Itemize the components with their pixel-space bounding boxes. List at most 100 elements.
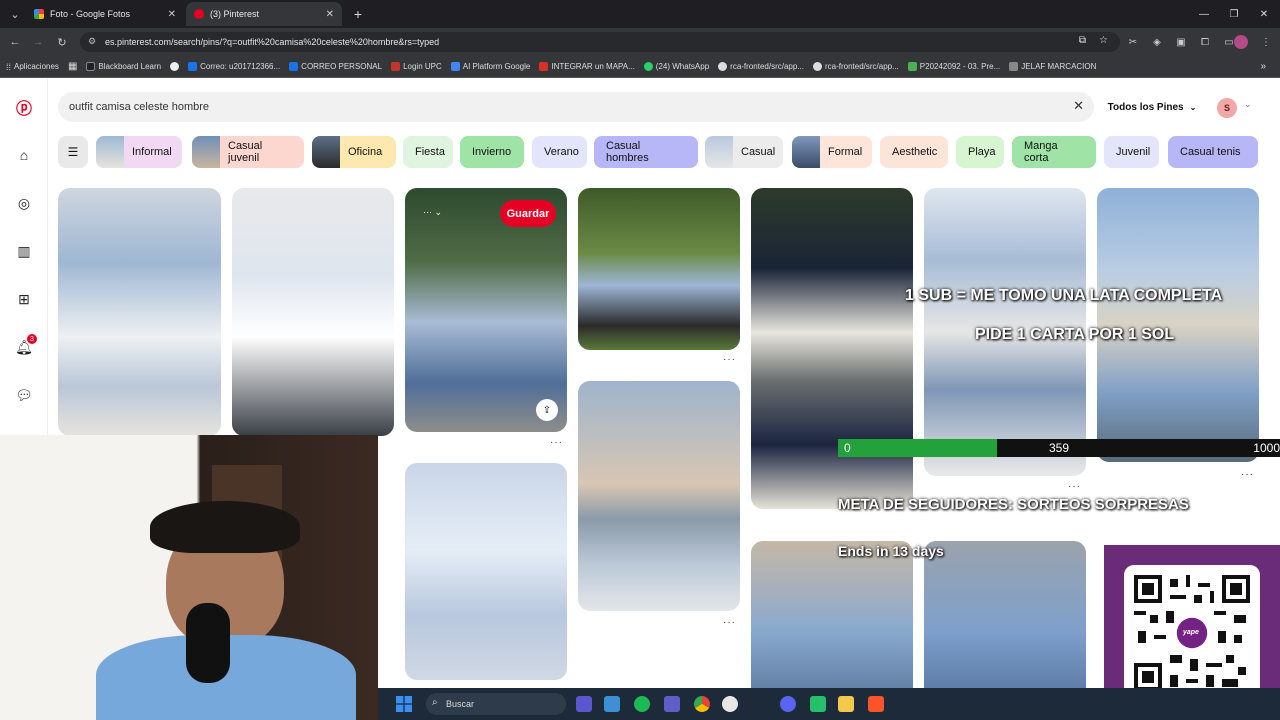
new-tab-button[interactable]: + bbox=[342, 0, 374, 28]
google-cloud-icon bbox=[450, 62, 460, 71]
taskbar-app-icon[interactable] bbox=[838, 696, 854, 712]
account-chevron-icon[interactable]: ⌄ bbox=[1244, 99, 1252, 110]
teams-icon[interactable] bbox=[664, 696, 680, 712]
bookmark-item[interactable]: rca-fronted/src/app... bbox=[718, 62, 804, 71]
chip-invierno[interactable]: Invierno bbox=[460, 136, 524, 168]
close-tab-icon[interactable]: ✕ bbox=[168, 9, 176, 20]
pin-options-icon[interactable]: ··· ⌄ bbox=[423, 207, 442, 218]
tab-search-button[interactable]: ⌄ bbox=[4, 2, 26, 26]
pin-image[interactable] bbox=[405, 463, 567, 680]
spotify-icon[interactable] bbox=[634, 696, 650, 712]
bookmark-item[interactable]: Correo: u201712366... bbox=[188, 62, 280, 71]
explore-icon[interactable]: ◎ bbox=[14, 193, 34, 213]
address-bar[interactable]: ⚙ es.pinterest.com/search/pins/?q=outfit… bbox=[80, 32, 1120, 52]
reload-icon[interactable]: ↻ bbox=[51, 28, 73, 56]
taskbar-app-icon[interactable] bbox=[604, 696, 620, 712]
pin-more-icon[interactable]: ··· bbox=[550, 437, 563, 448]
chip-thumbnail bbox=[792, 136, 820, 168]
site-info-icon[interactable]: ⚙ bbox=[88, 36, 96, 47]
bookmark-item[interactable]: AI Platform Google bbox=[450, 62, 530, 71]
close-window-icon[interactable]: ✕ bbox=[1248, 0, 1280, 28]
restore-icon[interactable]: ❐ bbox=[1218, 0, 1250, 28]
taskbar-app-icon[interactable] bbox=[576, 696, 592, 712]
search-value: outfit camisa celeste hombre bbox=[69, 101, 210, 113]
discord-icon[interactable] bbox=[780, 696, 796, 712]
install-app-icon[interactable]: ⧉ bbox=[1079, 35, 1086, 46]
chrome-icon[interactable] bbox=[694, 696, 710, 712]
chip-formal[interactable]: Formal bbox=[792, 136, 872, 168]
bookmark-item[interactable]: CORREO PERSONAL bbox=[289, 62, 382, 71]
chip-fiesta[interactable]: Fiesta bbox=[403, 136, 453, 168]
save-button[interactable]: Guardar bbox=[500, 200, 556, 227]
notifications-icon[interactable]: 🔔︎ 3 bbox=[14, 334, 37, 357]
messages-icon[interactable]: 💬︎ bbox=[14, 385, 34, 405]
bookmark-star-icon[interactable]: ☆ bbox=[1099, 35, 1108, 46]
chip-informal[interactable]: Informal bbox=[96, 136, 182, 168]
chip-casual-juvenil[interactable]: Casual juvenil bbox=[192, 136, 304, 168]
bookmark-item[interactable]: (24) WhatsApp bbox=[643, 62, 709, 71]
bookmark-item[interactable]: P20242092 - 03. Pre... bbox=[907, 62, 1000, 71]
chip-oficina[interactable]: Oficina bbox=[312, 136, 396, 168]
goal-progress-bar: 0 359 1000 bbox=[838, 439, 1280, 457]
pinterest-logo-icon[interactable]: ⓟ bbox=[14, 97, 34, 118]
browser-toolbar: ← → ↻ ⚙ es.pinterest.com/search/pins/?q=… bbox=[0, 28, 1280, 56]
pin-image[interactable] bbox=[751, 188, 913, 509]
screen: ⌄ Foto - Google Fotos ✕ (3) Pinterest ✕ … bbox=[0, 0, 1280, 720]
clear-search-icon[interactable]: ✕ bbox=[1073, 98, 1084, 114]
chip-casual-tenis[interactable]: Casual tenis bbox=[1168, 136, 1258, 168]
chip-manga-corta[interactable]: Manga corta bbox=[1012, 136, 1096, 168]
scope-dropdown[interactable]: Todos los Pines ⌄ bbox=[1106, 92, 1198, 122]
profile-avatar[interactable] bbox=[1234, 35, 1248, 49]
taskbar-app-icon[interactable] bbox=[810, 696, 826, 712]
windows-start-icon[interactable] bbox=[396, 696, 412, 712]
bookmark-item[interactable] bbox=[170, 62, 180, 71]
extension-grid-icon[interactable]: ▣ bbox=[1173, 34, 1189, 50]
chip-verano[interactable]: Verano bbox=[532, 136, 587, 168]
bookmark-item[interactable]: INTEGRAR un MAPA... bbox=[539, 62, 635, 71]
extension-shield-icon[interactable]: ◈ bbox=[1149, 34, 1165, 50]
goal-title: META DE SEGUIDORES: SORTEOS SORPRESAS bbox=[838, 496, 1189, 513]
chip-aesthetic[interactable]: Aesthetic bbox=[880, 136, 948, 168]
pin-more-icon[interactable]: ··· bbox=[723, 617, 736, 628]
goal-ends: Ends in 13 days bbox=[838, 543, 944, 559]
pin-image[interactable] bbox=[578, 188, 740, 350]
bookmark-apps[interactable]: ⁞⁞ Aplicaciones bbox=[6, 62, 59, 72]
back-icon[interactable]: ← bbox=[4, 28, 26, 56]
bookmark-item[interactable]: JELAF MARCACION bbox=[1009, 62, 1096, 71]
bookmark-item[interactable]: Blackboard Learn bbox=[86, 62, 161, 71]
user-avatar[interactable]: S bbox=[1217, 98, 1237, 118]
pin-image[interactable] bbox=[578, 381, 740, 611]
boards-icon[interactable]: ▥ bbox=[14, 241, 34, 261]
bookmark-item[interactable]: Login UPC bbox=[391, 62, 442, 71]
brave-icon[interactable] bbox=[868, 696, 884, 712]
search-input[interactable]: outfit camisa celeste hombre ✕ bbox=[58, 92, 1094, 122]
pin-more-icon[interactable]: ··· bbox=[1068, 481, 1081, 492]
taskbar-search[interactable]: ⌕ Buscar bbox=[426, 693, 566, 715]
pin-more-icon[interactable]: ··· bbox=[723, 354, 736, 365]
github-icon[interactable] bbox=[722, 696, 738, 712]
share-icon[interactable]: ⇪ bbox=[536, 399, 558, 421]
chip-casual[interactable]: Casual bbox=[705, 136, 783, 168]
menu-icon[interactable]: ⋮ bbox=[1258, 34, 1274, 50]
bookmark-extra-grid[interactable]: ▦ bbox=[68, 61, 77, 72]
pin-image[interactable] bbox=[232, 188, 394, 436]
chip-juvenil[interactable]: Juvenil bbox=[1104, 136, 1159, 168]
document-icon bbox=[1009, 62, 1019, 71]
chip-playa[interactable]: Playa bbox=[956, 136, 1004, 168]
home-icon[interactable]: ⌂ bbox=[14, 145, 34, 165]
extensions-icon[interactable]: ✂ bbox=[1125, 34, 1141, 50]
pin-image[interactable] bbox=[1097, 188, 1259, 462]
chip-casual-hombres[interactable]: Casual hombres bbox=[594, 136, 698, 168]
minimize-icon[interactable]: — bbox=[1188, 0, 1220, 28]
tab-google-photos[interactable]: Foto - Google Fotos ✕ bbox=[26, 2, 184, 26]
bookmarks-overflow-icon[interactable]: » bbox=[1260, 61, 1266, 72]
forward-icon[interactable]: → bbox=[27, 28, 49, 56]
puzzle-icon[interactable]: ⧠ bbox=[1197, 34, 1213, 50]
tab-pinterest[interactable]: (3) Pinterest ✕ bbox=[186, 2, 342, 26]
close-tab-icon[interactable]: ✕ bbox=[326, 9, 334, 20]
pin-more-icon[interactable]: ··· bbox=[1241, 469, 1254, 480]
pin-image[interactable] bbox=[58, 188, 221, 436]
goal-max: 1000 bbox=[1253, 441, 1280, 455]
create-icon[interactable]: ⊞ bbox=[14, 289, 34, 309]
bookmark-item[interactable]: rca-fronted/src/app... bbox=[812, 62, 899, 71]
